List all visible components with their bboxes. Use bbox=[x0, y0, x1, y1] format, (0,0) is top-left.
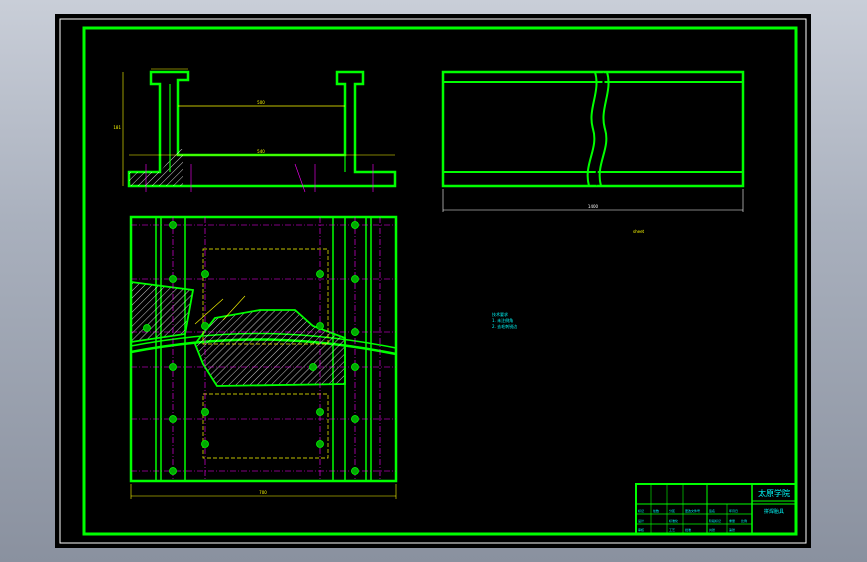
note-right: sheet bbox=[633, 229, 645, 234]
plan-dim-width: 700 bbox=[259, 490, 267, 495]
title-cell: 比例 bbox=[741, 518, 747, 523]
title-cell: 共张 bbox=[709, 527, 715, 532]
drawing-frame bbox=[82, 26, 798, 536]
bolt-hole bbox=[169, 221, 177, 229]
title-cell: 标准化 bbox=[669, 518, 678, 523]
plan-hatch-center bbox=[193, 309, 346, 387]
title-cell: 第张 bbox=[729, 527, 735, 532]
title-drawing-name: 拼焊胎具 bbox=[764, 508, 784, 515]
front-view-hatch bbox=[129, 149, 178, 186]
front-hatch-inner bbox=[178, 149, 183, 186]
title-cell: 批准 bbox=[685, 527, 691, 532]
tech-line-3: 2. 去毛刺锐边 bbox=[492, 323, 517, 329]
cad-viewport[interactable]: 500 540 181 700 1400 sheet 技术要求 1. 未注倒角 … bbox=[55, 14, 811, 548]
front-dim-top: 500 bbox=[257, 100, 265, 105]
cad-drawing: 500 540 181 700 1400 sheet 技术要求 1. 未注倒角 … bbox=[59, 18, 807, 544]
tech-line-1: 技术要求 bbox=[492, 311, 508, 317]
plan-view: 700 bbox=[129, 215, 398, 499]
title-cell: 审核 bbox=[638, 527, 644, 532]
title-cell: 分区 bbox=[669, 508, 675, 513]
title-cell: 处数 bbox=[653, 508, 659, 513]
side-dim-bottom: 1400 bbox=[588, 204, 599, 209]
tech-notes: 技术要求 1. 未注倒角 2. 去毛刺锐边 bbox=[492, 311, 517, 329]
tech-line-2: 1. 未注倒角 bbox=[492, 317, 513, 323]
title-school: 太原学院 bbox=[758, 488, 790, 498]
title-cell: 年月日 bbox=[729, 508, 738, 513]
title-cell: 设计 bbox=[638, 518, 644, 523]
title-cell: 标记 bbox=[638, 508, 644, 513]
front-view: 500 540 181 bbox=[113, 68, 397, 193]
title-cell: 工艺 bbox=[669, 527, 675, 532]
plan-hatch-left bbox=[130, 280, 195, 344]
front-dim-height: 181 bbox=[113, 125, 121, 130]
side-view: 1400 bbox=[441, 70, 745, 212]
title-block: 太原学院 拼焊胎具 标记 处数 分区 更改文件号 签名 年月日 设计 标准化 阶… bbox=[635, 483, 797, 535]
front-dim-mid: 540 bbox=[257, 149, 265, 154]
title-cell: 签名 bbox=[709, 508, 715, 513]
title-cell: 更改文件号 bbox=[685, 508, 700, 513]
title-cell: 重量 bbox=[729, 518, 735, 523]
title-cell: 阶段标记 bbox=[709, 518, 721, 523]
